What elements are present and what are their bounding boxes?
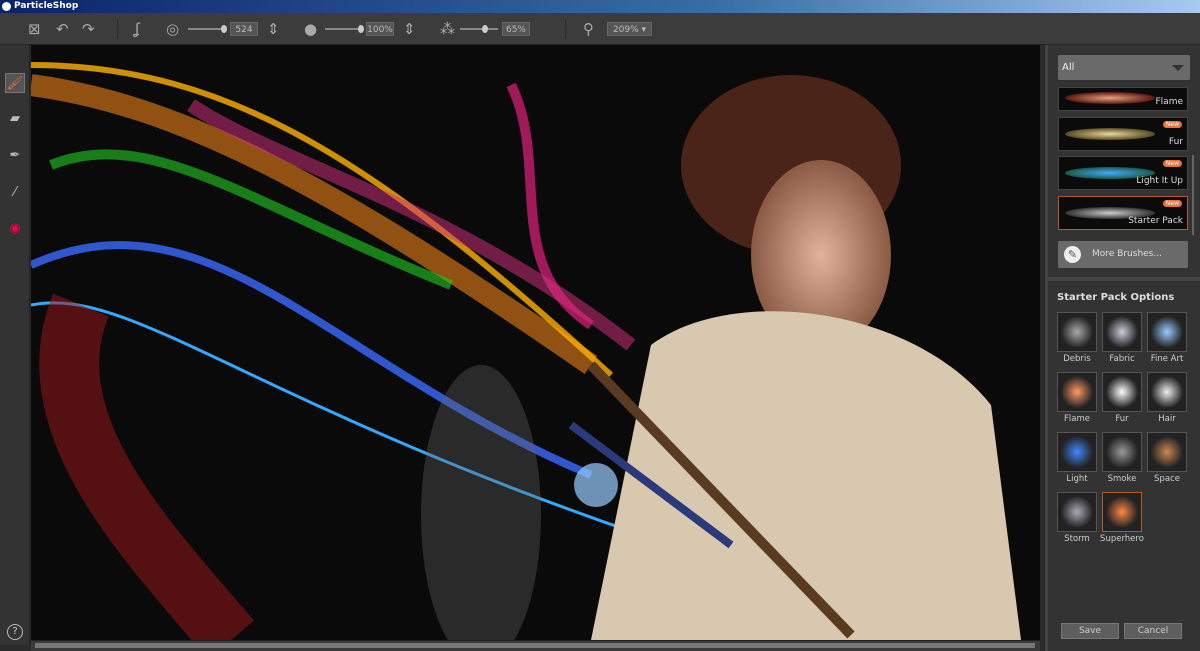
brush-label: Light It Up [1136, 176, 1183, 186]
preset-flame[interactable] [1057, 372, 1097, 412]
preset-hair[interactable] [1147, 372, 1187, 412]
density-value[interactable]: 65% [502, 22, 530, 36]
new-badge: New [1162, 121, 1182, 128]
brush-category-fur[interactable]: New Fur [1058, 117, 1188, 151]
preset-label: Space [1154, 474, 1180, 484]
redo-icon[interactable]: ↷ [82, 20, 95, 38]
preset-debris[interactable] [1057, 312, 1097, 352]
save-button[interactable]: Save [1061, 623, 1119, 639]
preset-storm[interactable] [1057, 492, 1097, 532]
preset-label: Fabric [1109, 354, 1135, 364]
zoom-icon[interactable]: ⚲ [583, 20, 594, 38]
image-canvas[interactable] [31, 45, 1040, 640]
eraser-tool-icon[interactable]: ▰ [5, 109, 25, 129]
chevron-down-icon [1172, 65, 1184, 71]
title-bar: ParticleShop [0, 0, 1200, 13]
pen-tool-icon[interactable]: ✒ [5, 146, 25, 166]
divider [1048, 277, 1200, 281]
preset-label: Storm [1064, 534, 1090, 544]
brush-list-scrollbar[interactable] [1192, 155, 1194, 235]
preset-light[interactable] [1057, 432, 1097, 472]
help-button[interactable]: ? [7, 624, 23, 640]
app-logo-icon [2, 2, 11, 11]
preset-fur[interactable] [1102, 372, 1142, 412]
brush-tool-icon[interactable]: 🖌 [5, 73, 25, 93]
app-title: ParticleShop [14, 1, 79, 11]
color-wheel-icon[interactable]: ◉ [5, 219, 25, 239]
new-badge: New [1162, 160, 1182, 167]
preset-smoke[interactable] [1102, 432, 1142, 472]
category-dropdown[interactable]: All [1058, 55, 1190, 80]
preset-superhero[interactable] [1102, 492, 1142, 532]
brush-panel: All Flame New Fur New Light It Up New Start… [1045, 45, 1200, 651]
preset-label: Smoke [1107, 474, 1137, 484]
options-title: Starter Pack Options [1057, 292, 1175, 303]
more-brushes-button[interactable]: ✎ More Brushes... [1058, 241, 1188, 268]
preset-label: Flame [1064, 414, 1090, 424]
opacity-slider[interactable] [325, 25, 364, 33]
brush-label: Starter Pack [1128, 216, 1183, 226]
brush-category-light-it-up[interactable]: New Light It Up [1058, 156, 1188, 190]
gear-icon: ✎ [1064, 246, 1081, 263]
zoom-value: 209% [612, 25, 639, 35]
preset-label: Debris [1063, 354, 1091, 364]
preset-label: Hair [1158, 414, 1176, 424]
brush-label: Fur [1168, 137, 1183, 147]
eyedropper-tool-icon[interactable]: ⁄ [5, 183, 25, 203]
brush-size-value[interactable]: 524 [230, 22, 258, 36]
brush-size-slider[interactable] [188, 25, 227, 33]
opacity-icon: ● [304, 20, 318, 38]
preset-fine-art[interactable] [1147, 312, 1187, 352]
opacity-pen-pressure-icon[interactable]: ⇕ [403, 20, 416, 38]
pressure-icon[interactable]: ʆ [135, 20, 140, 38]
preset-label: Fur [1115, 414, 1129, 424]
preset-space[interactable] [1147, 432, 1187, 472]
density-slider[interactable] [460, 25, 498, 33]
preset-label: Superhero [1100, 534, 1144, 544]
brush-category-flame[interactable]: Flame [1058, 87, 1188, 111]
clear-icon[interactable]: ⊠ [28, 20, 41, 38]
brush-label: Flame [1155, 97, 1184, 107]
category-value: All [1062, 62, 1075, 73]
new-badge: New [1162, 200, 1182, 207]
density-icon: ⁂ [440, 20, 455, 38]
more-brushes-label: More Brushes... [1092, 249, 1162, 259]
left-toolbar: 🖌 ▰ ✒ ⁄ ◉ [0, 45, 30, 645]
toolbar: ⊠ ↶ ↷ ʆ ◎ 524 ⇕ ● 100% ⇕ ⁂ 65% ⚲ 209% ▾ [0, 13, 1200, 45]
undo-icon[interactable]: ↶ [56, 20, 69, 38]
zoom-dropdown[interactable]: 209% ▾ [607, 22, 652, 36]
horizontal-scrollbar[interactable] [31, 640, 1040, 651]
brush-category-starter-pack[interactable]: New Starter Pack [1058, 196, 1188, 230]
artwork-image [31, 62, 1021, 640]
opacity-value[interactable]: 100% [366, 22, 394, 36]
preset-label: Fine Art [1150, 354, 1184, 364]
size-pen-pressure-icon[interactable]: ⇕ [267, 20, 280, 38]
preset-fabric[interactable] [1102, 312, 1142, 352]
brush-size-icon: ◎ [166, 20, 180, 38]
cancel-button[interactable]: Cancel [1124, 623, 1182, 639]
preset-label: Light [1066, 474, 1088, 484]
